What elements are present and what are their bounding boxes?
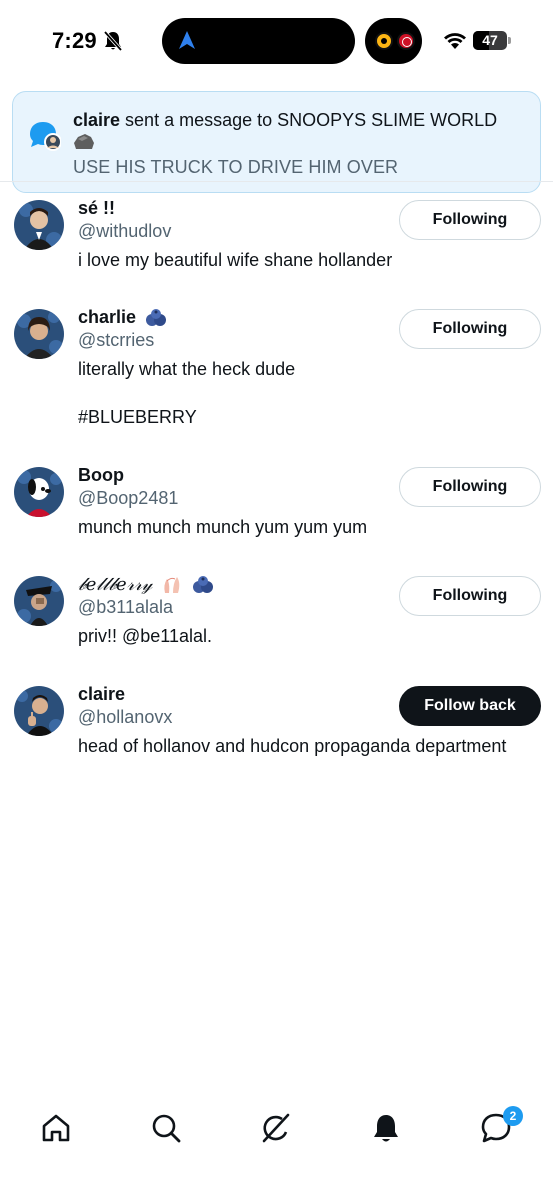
avatar[interactable] [14, 200, 64, 250]
user-display-name: claire [78, 684, 126, 704]
user-handle: @b311alala [78, 597, 174, 617]
divider [0, 181, 553, 182]
message-bubble-icon [30, 122, 61, 151]
avatar[interactable] [14, 576, 64, 626]
avatar[interactable] [14, 309, 64, 359]
battery-indicator: 47 [473, 31, 507, 50]
user-display-name-row: charlie [78, 307, 167, 328]
bell-muted-icon [103, 30, 123, 52]
following-button[interactable]: Following [399, 467, 541, 507]
user-bio: head of hollanov and hudcon propaganda d… [78, 736, 507, 756]
user-handle: @stcrries [78, 330, 155, 350]
status-bar: 7:29 47 [0, 0, 553, 82]
notification-sender: claire [73, 110, 121, 130]
blueberry-emoji-icon [193, 576, 214, 594]
blueberry-emoji-icon [146, 309, 167, 327]
following-button[interactable]: Following [399, 200, 541, 240]
bruins-logo-icon [375, 32, 393, 50]
user-bio: munch munch munch yum yum yum [78, 517, 368, 537]
bottom-navigation [0, 1090, 553, 1160]
notifications-icon[interactable] [368, 1110, 404, 1146]
ballet-shoes-emoji-icon [164, 577, 180, 594]
hurricanes-logo-icon [397, 32, 415, 50]
following-button[interactable]: Following [399, 309, 541, 349]
user-display-name-row: 𝒷𝑒𝓁𝓁𝒷𝑒𝓇𝓇𝓎 [78, 574, 214, 595]
status-time: 7:29 [52, 28, 97, 53]
message-notification-banner[interactable]: claire sent a message to SNOOPYS SLIME W… [12, 91, 541, 193]
notification-title: claire sent a message to SNOOPYS SLIME W… [73, 108, 523, 151]
user-bio: priv!! @be11alal. [78, 626, 213, 646]
battery-tip [508, 37, 511, 44]
user-display-name: sé !! [78, 198, 116, 218]
notification-message: USE HIS TRUCK TO DRIVE HIM OVER [73, 157, 399, 177]
user-bio: i love my beautiful wife shane hollander [78, 250, 393, 270]
messages-unread-badge: 2 [503, 1106, 523, 1126]
following-button[interactable]: Following [399, 576, 541, 616]
home-icon[interactable] [38, 1110, 74, 1146]
user-handle: @hollanovx [78, 707, 173, 727]
battery-level: 47 [482, 32, 498, 48]
user-display-name: 𝒷𝑒𝓁𝓁𝒷𝑒𝓇𝓇𝓎 [78, 574, 153, 595]
user-handle: @Boop2481 [78, 488, 179, 508]
user-display-name: charlie [78, 307, 137, 327]
avatar[interactable] [14, 467, 64, 517]
wifi-icon [444, 33, 466, 49]
notification-action: sent a message to SNOOPYS SLIME WORLD [120, 110, 498, 130]
user-bio: literally what the heck dude #BLUEBERRY [78, 359, 296, 427]
user-handle: @withudlov [78, 221, 172, 241]
search-icon[interactable] [148, 1110, 184, 1146]
grok-icon[interactable] [258, 1110, 294, 1146]
navigation-arrow-icon [179, 31, 195, 49]
avatar[interactable] [14, 686, 64, 736]
rock-emoji-icon [74, 134, 94, 149]
user-display-name: Boop [78, 465, 124, 485]
follow-back-button[interactable]: Follow back [399, 686, 541, 726]
